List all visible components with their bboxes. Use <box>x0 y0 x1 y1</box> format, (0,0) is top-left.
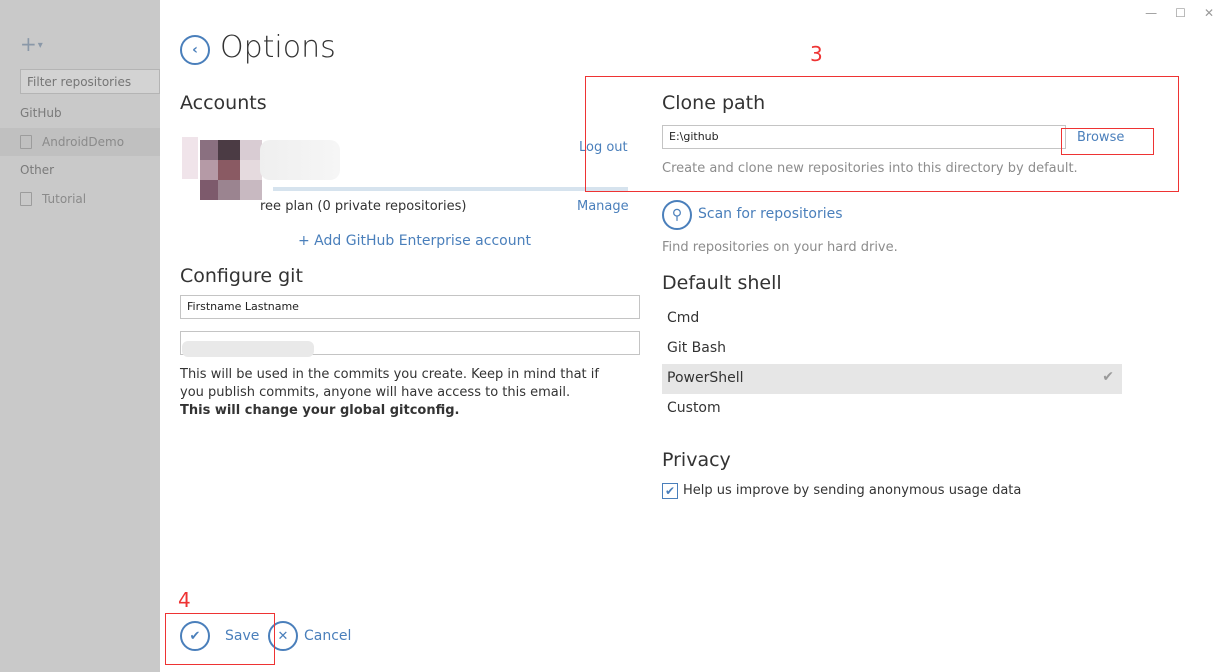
git-help-text: This will be used in the commits you cre… <box>180 366 620 420</box>
shell-option-custom[interactable]: Custom <box>662 394 1122 424</box>
sidebar-item-androiddemo[interactable]: AndroidDemo <box>0 128 160 156</box>
annotation-number-3: 3 <box>810 42 823 66</box>
shell-option-cmd[interactable]: Cmd <box>662 304 1122 334</box>
repository-icon <box>20 135 32 149</box>
annotation-box-browse <box>1061 128 1154 155</box>
close-icon: ✕ <box>277 628 289 644</box>
sidebar-item-label: Tutorial <box>42 192 87 206</box>
scan-help: Find repositories on your hard drive. <box>662 240 898 255</box>
shell-option-label: Custom <box>667 400 721 416</box>
add-repository-button[interactable]: +▾ <box>20 32 43 56</box>
back-button[interactable]: ‹ <box>180 35 210 65</box>
filter-repositories-input[interactable] <box>20 69 160 94</box>
usage-data-checkbox[interactable]: ✔ <box>662 483 678 499</box>
plan-text: ree plan (0 private repositories) <box>260 199 467 214</box>
usage-data-label: Help us improve by sending anonymous usa… <box>683 483 1022 498</box>
manage-link[interactable]: Manage <box>577 199 629 214</box>
page-title: Options <box>220 30 336 65</box>
default-shell-heading: Default shell <box>662 272 782 294</box>
git-name-field[interactable]: Firstname Lastname <box>180 295 640 319</box>
email-blurred <box>182 341 314 357</box>
avatar <box>182 137 262 201</box>
sidebar-item-label: AndroidDemo <box>42 135 125 149</box>
window-controls: — ☐ ✕ <box>1145 6 1214 20</box>
divider <box>273 187 628 191</box>
chevron-left-icon: ‹ <box>192 42 198 58</box>
checkmark-icon: ✔ <box>664 484 676 498</box>
shell-option-label: Git Bash <box>667 340 727 356</box>
options-panel: — ☐ ✕ ‹ Options Accounts Log out ree pla… <box>160 0 1224 672</box>
maximize-button[interactable]: ☐ <box>1175 6 1186 20</box>
configure-git-heading: Configure git <box>180 265 303 287</box>
add-enterprise-account-link[interactable]: + Add GitHub Enterprise account <box>298 233 531 249</box>
cancel-button[interactable]: Cancel <box>304 628 351 644</box>
sidebar: +▾ GitHub AndroidDemo Other Tutorial <box>0 0 160 672</box>
repository-icon <box>20 192 32 206</box>
accounts-heading: Accounts <box>180 92 267 114</box>
sidebar-group-other: Other <box>20 163 55 177</box>
scan-repositories-link[interactable]: Scan for repositories <box>698 206 843 222</box>
checkmark-icon: ✔ <box>1102 369 1114 385</box>
shell-option-gitbash[interactable]: Git Bash <box>662 334 1122 364</box>
minimize-button[interactable]: — <box>1145 6 1157 20</box>
annotation-box-save <box>165 613 275 665</box>
close-button[interactable]: ✕ <box>1204 6 1214 20</box>
shell-option-label: Cmd <box>667 310 700 326</box>
privacy-heading: Privacy <box>662 449 731 471</box>
annotation-number-4: 4 <box>178 588 191 612</box>
sidebar-group-github: GitHub <box>20 106 62 120</box>
shell-option-powershell[interactable]: PowerShell ✔ <box>662 364 1122 394</box>
git-help-warning: This will change your global gitconfig. <box>180 403 460 418</box>
sidebar-item-tutorial[interactable]: Tutorial <box>20 192 86 206</box>
search-icon: ⚲ <box>671 207 683 223</box>
scan-button[interactable]: ⚲ <box>662 200 692 230</box>
shell-option-label: PowerShell <box>667 370 744 386</box>
account-name-blurred <box>260 140 340 180</box>
git-help-line: This will be used in the commits you cre… <box>180 367 599 400</box>
